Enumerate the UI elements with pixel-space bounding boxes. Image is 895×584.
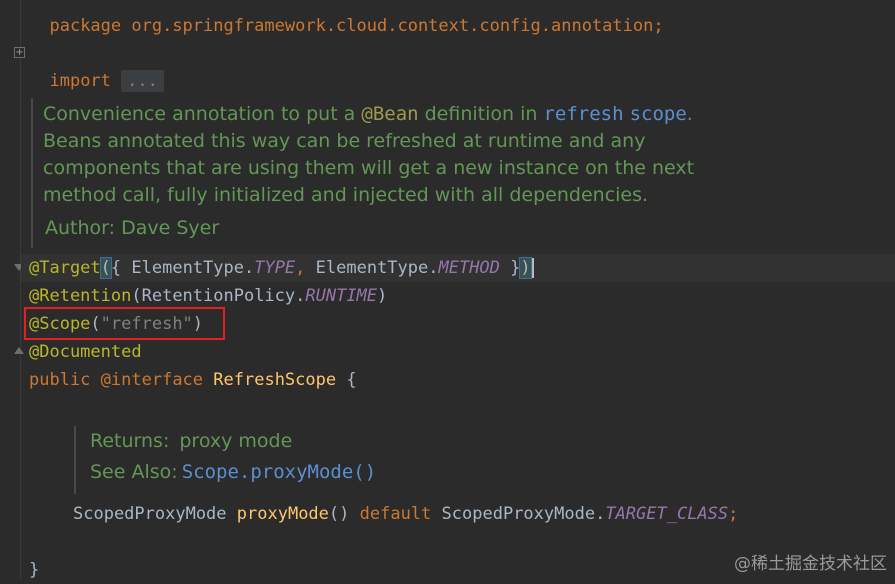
code-line-import[interactable]: import ...: [29, 39, 164, 92]
gutter-divider: [20, 0, 21, 580]
red-highlight-box: [24, 307, 225, 340]
import-keyword: import: [49, 71, 111, 91]
expand-fold-icon[interactable]: +: [14, 47, 25, 58]
interface-name: RefreshScope: [213, 370, 337, 390]
doc-see-also: See Also: Scope.proxyMode(): [90, 461, 377, 483]
code-line-retention[interactable]: @Retention(RetentionPolicy.RUNTIME): [29, 282, 387, 310]
class-doc-author: Author: Dave Syer: [45, 217, 220, 239]
retention-annotation: @Retention: [29, 286, 132, 306]
class-javadoc: Convenience annotation to put a @Bean de…: [31, 98, 743, 248]
package-statement: package org.springframework.cloud.contex…: [49, 16, 664, 36]
code-line-interface[interactable]: public @interface RefreshScope {: [29, 366, 357, 394]
code-line-package[interactable]: package org.springframework.cloud.contex…: [29, 0, 663, 36]
watermark: @稀土掘金技术社区: [734, 554, 887, 574]
matched-paren-open: (: [99, 257, 112, 279]
text-caret: [531, 258, 534, 278]
editor-gutter: [0, 0, 20, 580]
target-annotation: @Target: [29, 258, 101, 278]
code-line-proxymode[interactable]: ScopedProxyMode proxyMode() default Scop…: [73, 500, 738, 528]
matched-paren-close: ): [519, 257, 532, 279]
code-line-target[interactable]: @Target({ ElementType.TYPE, ElementType.…: [21, 254, 895, 282]
fold-end-icon[interactable]: [14, 347, 24, 354]
doc-returns: Returns: proxy mode: [90, 430, 293, 452]
documented-annotation: @Documented: [29, 342, 142, 362]
doc-refresh-ref: refresh: [543, 103, 624, 125]
method-name: proxyMode: [236, 504, 329, 524]
code-line-documented[interactable]: @Documented: [29, 338, 142, 366]
see-also-link[interactable]: Scope.proxyMode(): [182, 461, 376, 483]
folded-imports-toggle[interactable]: ...: [121, 70, 164, 92]
doc-bean-ref: @Bean: [361, 103, 419, 125]
method-javadoc: Returns: proxy mode See Also: Scope.proxyM…: [74, 426, 590, 494]
class-doc-text: Convenience annotation to put a @Bean de…: [43, 103, 695, 206]
doc-scope-ref: scope: [629, 103, 687, 125]
